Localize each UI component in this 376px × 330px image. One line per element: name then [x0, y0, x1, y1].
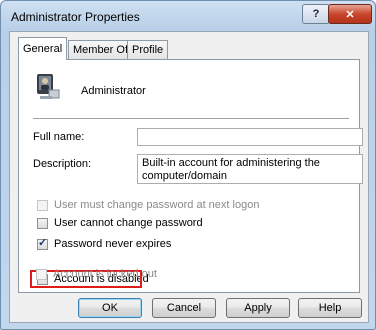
title-bar[interactable]: Administrator Properties ? ✕ — [1, 1, 375, 31]
checkbox-label: User must change password at next logon — [54, 199, 260, 211]
help-button[interactable]: Help — [298, 298, 362, 318]
checkbox-label: User cannot change password — [54, 217, 203, 229]
tab-member-of[interactable]: Member Of — [68, 40, 134, 59]
tab-label: Profile — [132, 44, 164, 56]
check-icon: ✓ — [38, 236, 48, 249]
checkbox-box[interactable]: ✓ — [37, 236, 48, 250]
checkbox-box[interactable] — [36, 268, 47, 280]
window-title: Administrator Properties — [11, 10, 140, 24]
full-name-field[interactable] — [137, 128, 363, 146]
ok-button[interactable]: OK — [78, 298, 142, 318]
checkbox-label: Password never expires — [54, 238, 172, 250]
dialog-body: General Member Of Profile Administrator … — [9, 31, 369, 323]
tab-label: General — [23, 43, 63, 55]
user-monitor-icon — [37, 74, 60, 99]
full-name-label: Full name: — [33, 131, 85, 143]
checkbox-must-change-password[interactable]: User must change password at next logon — [37, 197, 259, 213]
user-name: Administrator — [81, 85, 146, 97]
description-label: Description: — [33, 158, 92, 170]
apply-button[interactable]: Apply — [226, 298, 290, 318]
help-title-button[interactable]: ? — [302, 4, 330, 24]
close-icon: ✕ — [345, 8, 355, 21]
tab-general[interactable]: General — [18, 37, 68, 60]
cancel-button[interactable]: Cancel — [152, 298, 216, 318]
question-icon: ? — [312, 8, 320, 20]
tab-profile[interactable]: Profile — [127, 40, 169, 59]
checkbox-account-locked-out[interactable]: Account is locked out — [36, 266, 157, 282]
checkbox-password-never-expires[interactable]: ✓ Password never expires — [37, 236, 171, 252]
checkbox-cannot-change-password[interactable]: User cannot change password — [37, 215, 203, 231]
checkbox-box[interactable] — [37, 217, 48, 229]
properties-window: Administrator Properties ? ✕ General Mem… — [0, 0, 376, 330]
close-button[interactable]: ✕ — [328, 4, 372, 24]
tab-label: Member Of — [73, 44, 129, 56]
checkbox-box[interactable] — [37, 199, 48, 211]
separator — [33, 118, 349, 120]
checkbox-label: Account is locked out — [53, 268, 157, 280]
description-field[interactable]: Built-in account for administering the c… — [137, 154, 363, 184]
general-tab-panel: Administrator Full name: Description: Bu… — [18, 59, 363, 293]
